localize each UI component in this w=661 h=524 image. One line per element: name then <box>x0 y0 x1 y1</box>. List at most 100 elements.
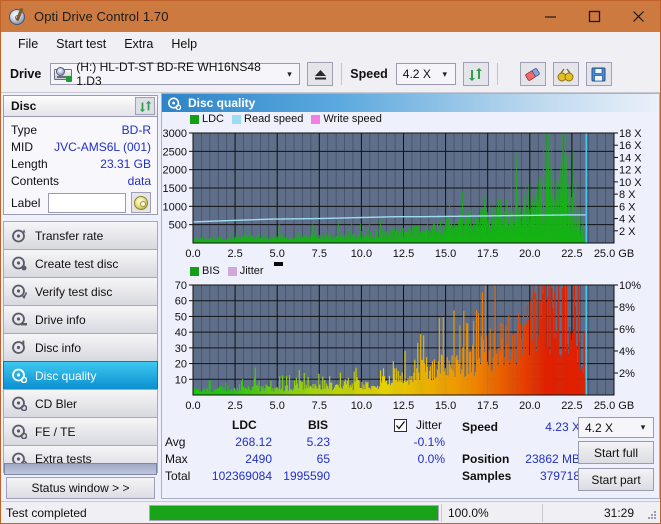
svg-text:10.0: 10.0 <box>351 400 372 412</box>
sidebar-item-create-test-disc[interactable]: Create test disc <box>3 249 158 277</box>
stats-max-jitter: 0.0% <box>417 452 445 466</box>
disc-label-input[interactable] <box>48 192 127 213</box>
start-full-button[interactable]: Start full <box>578 441 654 464</box>
stats-row-label-avg: Avg <box>165 435 186 449</box>
legend-entry-read-speed: Read speed <box>232 113 303 125</box>
test-speed-select[interactable]: 4.2 X ▾ <box>578 417 654 438</box>
legend-swatch <box>232 114 242 124</box>
disc-refresh-button[interactable] <box>135 97 155 115</box>
stats-avg-jitter: -0.1% <box>413 435 445 449</box>
legend-swatch <box>311 114 321 124</box>
erase-button[interactable] <box>519 62 546 86</box>
bis-chart: BIS Jitter 10 20 30 40 50 60 70 2% 4% 6% 8% 10% 0.0 2… <box>162 262 659 416</box>
resize-grip-icon[interactable] <box>646 509 658 521</box>
legend-entry-jitter: Jitter <box>227 265 264 277</box>
refresh-button[interactable] <box>462 62 489 86</box>
jitter-marker-icon <box>274 262 283 266</box>
drive-select[interactable]: (H:) HL-DT-ST BD-RE WH16NS48 1.D3 ▾ <box>50 60 301 88</box>
speed-select-value: 4.2 X <box>402 67 431 81</box>
jitter-checkbox[interactable] <box>394 419 407 432</box>
binoculars-icon <box>557 68 574 81</box>
maximize-icon[interactable] <box>572 1 616 32</box>
bis-chart-legend: BIS Jitter <box>190 262 283 277</box>
svg-text:40: 40 <box>175 327 187 339</box>
sidebar-item-cd-bler[interactable]: CD Bler <box>3 389 158 417</box>
save-button[interactable] <box>585 62 612 86</box>
disc-row-length: Length 23.31 GB <box>11 155 151 172</box>
disc-quality-icon <box>12 368 27 383</box>
svg-text:17.5: 17.5 <box>477 248 498 260</box>
svg-text:7.5: 7.5 <box>312 248 327 260</box>
svg-text:7.5: 7.5 <box>312 400 327 412</box>
stats-row-label-max: Max <box>165 452 188 466</box>
svg-text:0.0: 0.0 <box>185 248 200 260</box>
bis-chart-canvas[interactable]: 10 20 30 40 50 60 70 2% 4% 6% 8% 10% 0.0 2.5 5.0 7.5 10.… <box>162 264 659 416</box>
stats-samples-label: Samples <box>462 469 512 483</box>
svg-text:2.5: 2.5 <box>227 248 242 260</box>
refresh-icon <box>469 67 483 81</box>
disc-row-value: 23.31 GB <box>100 156 151 171</box>
sidebar-item-fe-te[interactable]: FE / TE <box>3 417 158 445</box>
stats-area: LDC BIS Avg 268.12 5.23 -0.1% Max 2490 6… <box>162 416 659 498</box>
disc-row-contents: Contents data <box>11 172 151 189</box>
legend-label: Jitter <box>239 265 264 277</box>
speed-select[interactable]: 4.2 X ▾ <box>395 63 456 85</box>
sidebar-item-label: FE / TE <box>35 424 76 439</box>
menu-item-help[interactable]: Help <box>162 35 206 53</box>
disc-transfer-icon <box>12 229 26 243</box>
drive-icon <box>54 66 73 82</box>
close-icon[interactable] <box>616 1 660 32</box>
sidebar-item-label: CD Bler <box>35 396 78 411</box>
svg-text:30: 30 <box>175 343 187 355</box>
toolbar: Drive (H:) HL-DT-ST BD-RE WH16NS48 1.D3 … <box>1 56 660 93</box>
stats-total-ldc: 102369084 <box>211 469 272 483</box>
stats-col-ldc: LDC <box>232 418 257 432</box>
legend-entry-bis: BIS <box>190 265 220 277</box>
svg-text:50: 50 <box>175 311 187 323</box>
disc-row-type: Type BD-R <box>11 121 151 138</box>
drive-select-value: (H:) HL-DT-ST BD-RE WH16NS48 1.D3 <box>76 60 261 88</box>
sidebar-item-disc-info[interactable]: Disc info <box>3 333 158 361</box>
minimize-icon[interactable] <box>528 1 572 32</box>
status-window-button[interactable]: Status window > > <box>6 477 155 499</box>
svg-text:3000: 3000 <box>163 128 187 140</box>
svg-text:5.0: 5.0 <box>270 400 285 412</box>
sidebar-item-drive-info[interactable]: Drive info <box>3 305 158 333</box>
disc-info-body: Type BD-R MID JVC-AMS6L (001) Length 23.… <box>3 117 158 215</box>
scan-button[interactable] <box>552 62 579 86</box>
menu-item-file[interactable]: File <box>9 35 47 53</box>
stats-speed-value: 4.23 X <box>545 420 580 434</box>
svg-text:1500: 1500 <box>163 183 187 195</box>
left-panel: Disc Type BD-R MID JVC-AMS6L (001) Lengt… <box>3 95 158 499</box>
svg-text:22.5: 22.5 <box>561 400 582 412</box>
toolbar-divider-1 <box>341 63 343 85</box>
menu-item-start-test[interactable]: Start test <box>47 35 115 53</box>
disc-label-button[interactable] <box>131 192 151 213</box>
start-part-button[interactable]: Start part <box>578 468 654 491</box>
svg-text:500: 500 <box>169 220 187 232</box>
menu-item-extra[interactable]: Extra <box>115 35 162 53</box>
sidebar-item-verify-test-disc[interactable]: Verify test disc <box>3 277 158 305</box>
chevron-down-icon: ▾ <box>442 68 448 79</box>
stats-col-bis: BIS <box>308 418 329 432</box>
svg-text:22.5: 22.5 <box>561 248 582 260</box>
stats-row-label-total: Total <box>165 469 191 483</box>
legend-entry-ldc: LDC <box>190 113 224 125</box>
sidebar-item-disc-quality[interactable]: Disc quality <box>3 361 158 389</box>
legend-swatch <box>190 114 199 124</box>
svg-text:0.0: 0.0 <box>185 400 200 412</box>
disc-quality-icon <box>168 97 181 110</box>
ldc-chart-legend: LDC Read speed Write speed <box>190 113 390 125</box>
eject-button[interactable] <box>307 62 334 86</box>
disc-label-row: Label <box>11 192 151 213</box>
svg-text:4%: 4% <box>619 346 635 358</box>
disc-row-value: JVC-AMS6L (001) <box>54 139 151 154</box>
cd-icon <box>134 195 149 210</box>
sidebar-item-label: Disc quality <box>35 368 97 383</box>
svg-text:25.0 GB: 25.0 GB <box>594 400 634 412</box>
chevron-down-icon: ▾ <box>287 68 292 79</box>
ldc-chart-canvas[interactable]: 500100015002000250030002 X4 X6 X8 X10 X1… <box>162 112 659 264</box>
sidebar-item-transfer-rate[interactable]: Transfer rate <box>3 221 158 249</box>
svg-text:8 X: 8 X <box>619 189 636 201</box>
disc-quality-panel: Disc quality LDC Read speed Write speed … <box>161 93 660 499</box>
